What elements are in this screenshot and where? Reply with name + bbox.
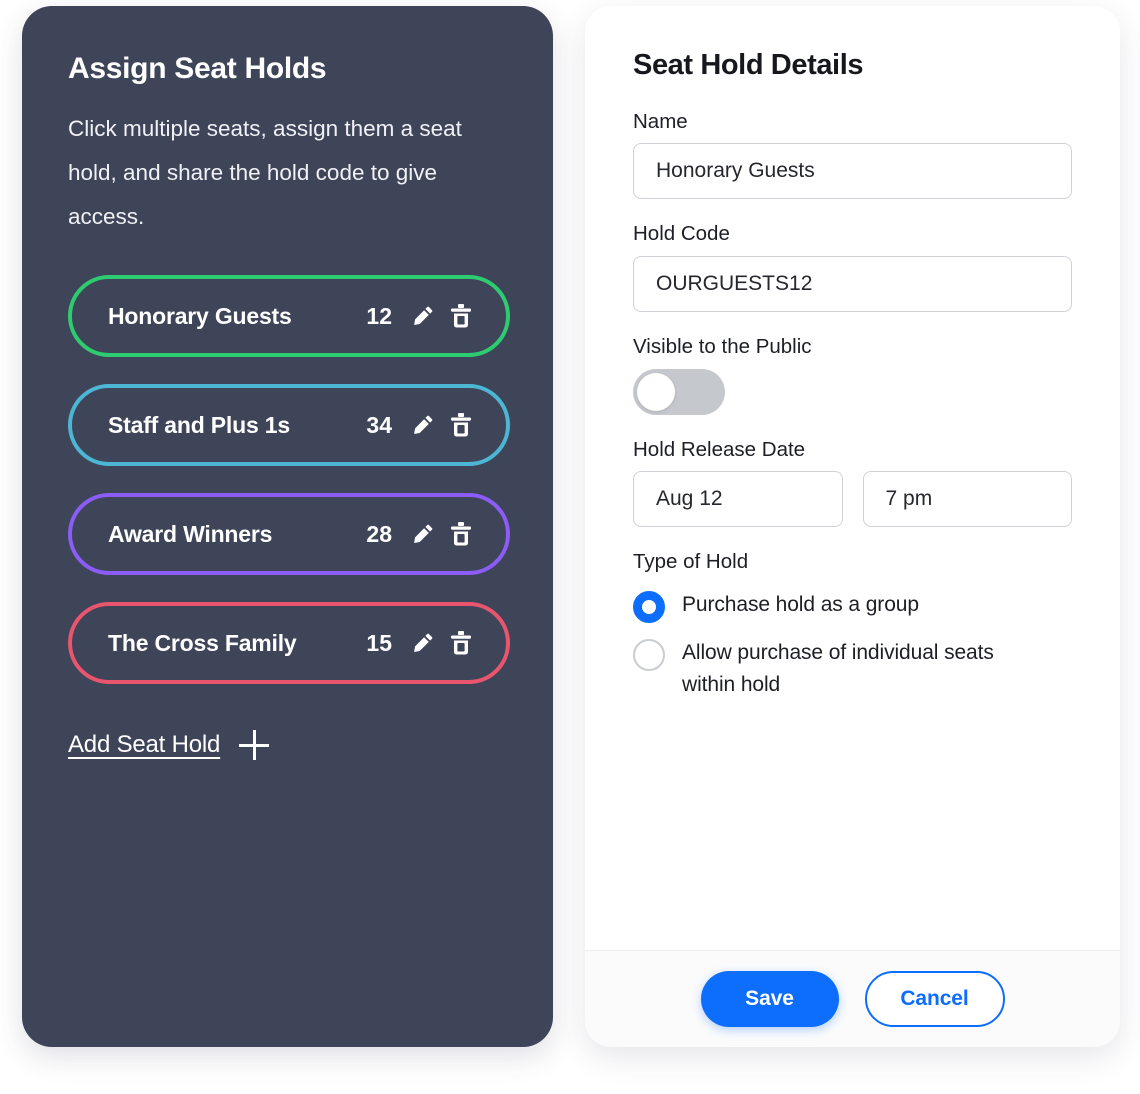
name-field-group: Name Honorary Guests <box>633 110 1072 200</box>
pencil-icon[interactable] <box>408 628 438 658</box>
plus-icon <box>239 730 270 760</box>
hold-release-date-label: Hold Release Date <box>633 437 806 461</box>
radio-icon-selected <box>633 590 665 623</box>
hold-code-field-group: Hold Code OURGUESTS12 <box>633 222 1072 313</box>
seat-hold-item[interactable]: The Cross Family 15 <box>68 602 510 684</box>
release-time-input[interactable]: 7 pm <box>862 471 1072 528</box>
visible-to-public-label: Visible to the Public <box>633 335 812 359</box>
cancel-button[interactable]: Cancel <box>864 971 1005 1027</box>
hold-release-date-group: Hold Release Date Aug 12 7 pm <box>633 438 1072 528</box>
radio-label: Allow purchase of individual seats withi… <box>682 640 994 696</box>
seat-hold-details-panel: Seat Hold Details Name Honorary Guests H… <box>585 6 1120 1047</box>
seat-hold-name: The Cross Family <box>108 629 297 656</box>
seat-hold-count: 34 <box>366 411 392 438</box>
pencil-icon[interactable] <box>408 410 438 440</box>
save-button[interactable]: Save <box>700 971 839 1027</box>
seat-hold-item[interactable]: Staff and Plus 1s 34 <box>68 384 510 466</box>
release-date-input[interactable]: Aug 12 <box>633 471 843 528</box>
name-input[interactable]: Honorary Guests <box>633 143 1072 200</box>
panel-description: Click multiple seats, assign them a seat… <box>68 116 462 229</box>
seat-hold-count: 15 <box>366 629 392 656</box>
seat-hold-count: 28 <box>366 520 392 547</box>
hold-code-label: Hold Code <box>633 222 730 246</box>
details-title: Seat Hold Details <box>633 49 864 81</box>
trash-icon[interactable] <box>446 519 476 549</box>
pencil-icon[interactable] <box>408 519 438 549</box>
add-seat-hold-label: Add Seat Hold <box>68 731 221 758</box>
seat-hold-item[interactable]: Honorary Guests 12 <box>68 275 510 357</box>
name-label: Name <box>633 109 688 133</box>
toggle-knob <box>637 372 675 411</box>
type-of-hold-radio-group: Purchase hold as a group Allow purchase … <box>633 589 1072 701</box>
radio-option-individual-seats[interactable]: Allow purchase of individual seats withi… <box>633 637 1072 701</box>
seat-holds-list: Honorary Guests 12 Staff and Plus 1s 34 … <box>68 275 510 684</box>
type-of-hold-group: Type of Hold Purchase hold as a group Al… <box>633 550 1072 701</box>
seat-hold-item[interactable]: Award Winners 28 <box>68 493 510 575</box>
details-form: Seat Hold Details Name Honorary Guests H… <box>585 6 1120 950</box>
add-seat-hold-button[interactable]: Add Seat Hold <box>68 730 270 760</box>
seat-hold-name: Award Winners <box>108 520 273 547</box>
radio-icon-unselected <box>633 638 665 671</box>
seat-hold-name: Honorary Guests <box>108 302 292 329</box>
radio-label: Purchase hold as a group <box>682 592 919 616</box>
radio-option-group-purchase[interactable]: Purchase hold as a group <box>633 589 1072 623</box>
seat-hold-name: Staff and Plus 1s <box>108 411 290 438</box>
seat-hold-count: 12 <box>366 302 392 329</box>
trash-icon[interactable] <box>446 410 476 440</box>
details-footer: Save Cancel <box>585 950 1120 1047</box>
pencil-icon[interactable] <box>408 301 438 331</box>
visible-to-public-group: Visible to the Public <box>633 335 1072 415</box>
date-time-row: Aug 12 7 pm <box>633 471 1072 528</box>
visible-to-public-toggle[interactable] <box>633 368 725 415</box>
trash-icon[interactable] <box>446 301 476 331</box>
hold-code-input[interactable]: OURGUESTS12 <box>633 256 1072 313</box>
assign-seat-holds-panel: Assign Seat Holds Click multiple seats, … <box>22 6 553 1047</box>
type-of-hold-label: Type of Hold <box>633 550 749 574</box>
trash-icon[interactable] <box>446 628 476 658</box>
panel-title: Assign Seat Holds <box>68 52 327 85</box>
